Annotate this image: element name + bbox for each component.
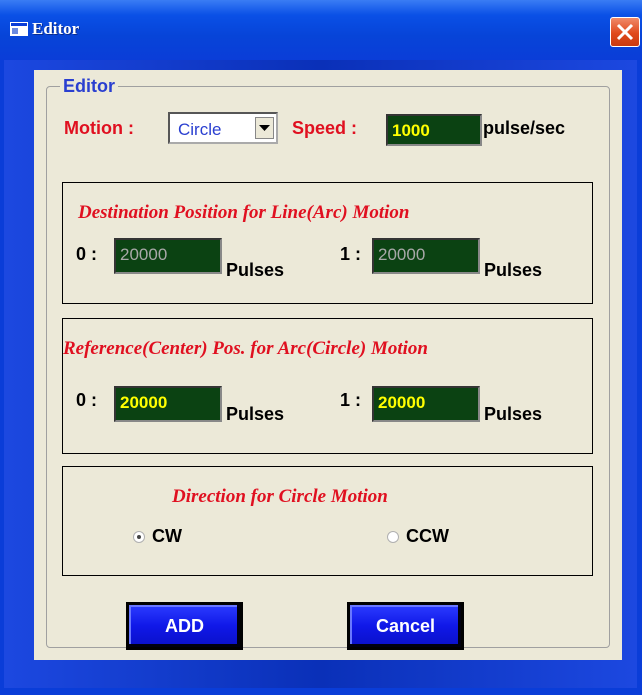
- direction-panel-title: Direction for Circle Motion: [172, 486, 388, 507]
- close-button[interactable]: [610, 17, 640, 47]
- destination-axis1-input[interactable]: 20000: [372, 238, 480, 274]
- motion-select[interactable]: Circle: [168, 112, 278, 144]
- motion-dropdown-button[interactable]: [255, 117, 274, 139]
- speed-label: Speed :: [292, 118, 358, 138]
- reference-axis0-label: 0 :: [76, 390, 98, 410]
- close-icon: [616, 23, 634, 41]
- cancel-button[interactable]: Cancel: [347, 602, 464, 650]
- add-button[interactable]: ADD: [126, 602, 243, 650]
- reference-axis0-unit: Pulses: [226, 404, 285, 424]
- destination-axis1-unit: Pulses: [484, 260, 543, 280]
- chevron-down-icon: [259, 125, 270, 131]
- title-bar[interactable]: Editor: [0, 0, 642, 60]
- reference-axis1-unit: Pulses: [484, 404, 543, 424]
- destination-panel-title: Destination Position for Line(Arc) Motio…: [78, 202, 410, 223]
- window-app-icon: [10, 22, 28, 36]
- speed-input[interactable]: 1000: [386, 114, 482, 146]
- reference-axis1-label: 1 :: [340, 390, 362, 410]
- reference-panel-title: Reference(Center) Pos. for Arc(Circle) M…: [63, 338, 428, 359]
- destination-axis1-label: 1 :: [340, 244, 362, 264]
- motion-label: Motion :: [64, 118, 134, 138]
- destination-axis0-input[interactable]: 20000: [114, 238, 222, 274]
- ccw-radio[interactable]: [387, 531, 399, 543]
- reference-axis1-input[interactable]: 20000: [372, 386, 480, 422]
- speed-unit: pulse/sec: [483, 118, 566, 138]
- ccw-radio-label[interactable]: CCW: [406, 526, 449, 547]
- destination-axis0-label: 0 :: [76, 244, 98, 264]
- cw-radio-label[interactable]: CW: [152, 526, 182, 547]
- cw-radio[interactable]: [133, 531, 145, 543]
- reference-axis0-input[interactable]: 20000: [114, 386, 222, 422]
- destination-axis0-unit: Pulses: [226, 260, 285, 280]
- direction-panel: [62, 466, 593, 576]
- motion-select-value: Circle: [178, 120, 222, 139]
- editor-window: Editor Editor Motion : Circle Speed : 10…: [0, 0, 642, 695]
- window-title: Editor: [32, 19, 80, 38]
- editor-group-legend: Editor: [60, 76, 118, 97]
